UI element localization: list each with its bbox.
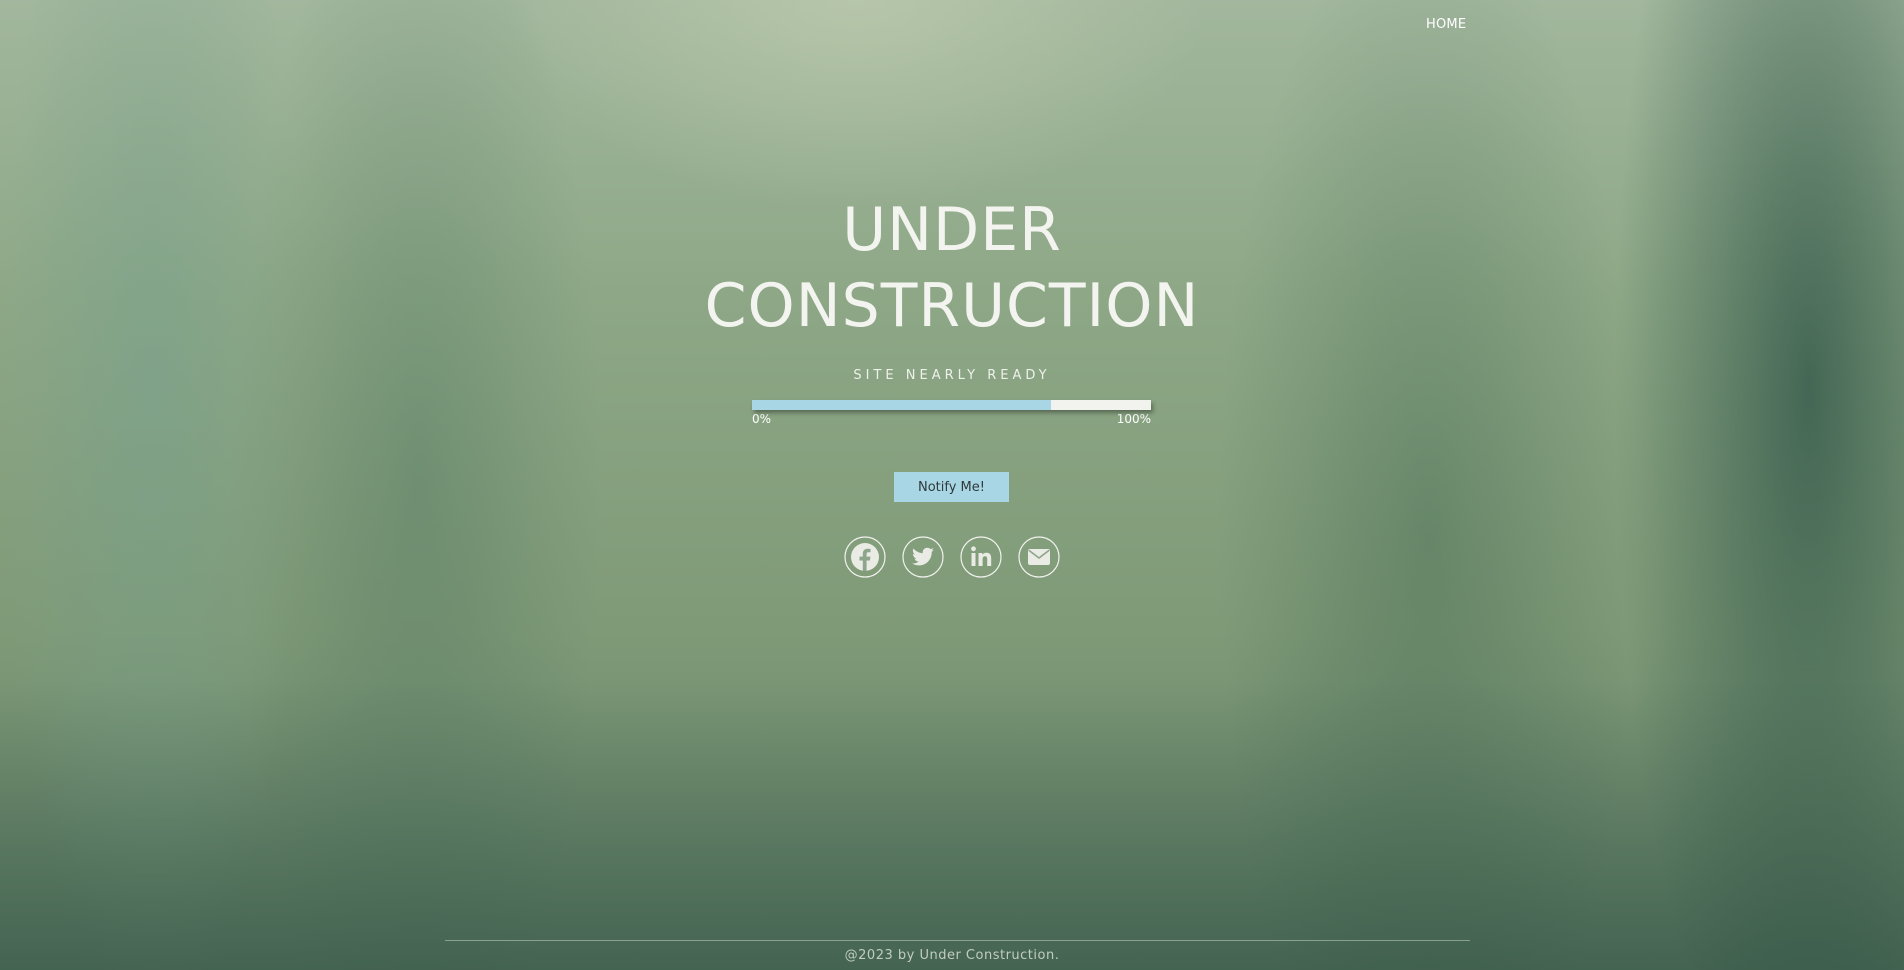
social-links bbox=[844, 536, 1060, 578]
title-line-2: CONSTRUCTION bbox=[704, 271, 1200, 341]
page-title: UNDER CONSTRUCTION bbox=[0, 192, 1904, 344]
footer-divider bbox=[445, 940, 1470, 941]
progress-start-label: 0% bbox=[752, 412, 772, 426]
facebook-link[interactable] bbox=[844, 536, 886, 578]
progress-track bbox=[752, 400, 1151, 410]
notify-button[interactable]: Notify Me! bbox=[894, 472, 1009, 502]
subtitle: SITE NEARLY READY bbox=[853, 368, 1051, 383]
footer-copyright: @2023 by Under Construction. bbox=[844, 948, 1060, 963]
progress-labels: 0% 100% bbox=[752, 412, 1151, 426]
email-link[interactable] bbox=[1018, 536, 1060, 578]
email-icon bbox=[1018, 536, 1060, 578]
nav-home-link[interactable]: HOME bbox=[1426, 17, 1466, 32]
progress-end-label: 100% bbox=[1116, 412, 1151, 426]
title-line-1: UNDER bbox=[842, 195, 1062, 265]
linkedin-icon bbox=[960, 536, 1002, 578]
progress-fill bbox=[752, 400, 1052, 410]
progress-bar: 0% 100% bbox=[752, 400, 1151, 426]
twitter-icon bbox=[902, 536, 944, 578]
hero: UNDER CONSTRUCTION SITE NEARLY READY bbox=[0, 192, 1904, 383]
facebook-icon bbox=[844, 536, 886, 578]
twitter-link[interactable] bbox=[902, 536, 944, 578]
linkedin-link[interactable] bbox=[960, 536, 1002, 578]
